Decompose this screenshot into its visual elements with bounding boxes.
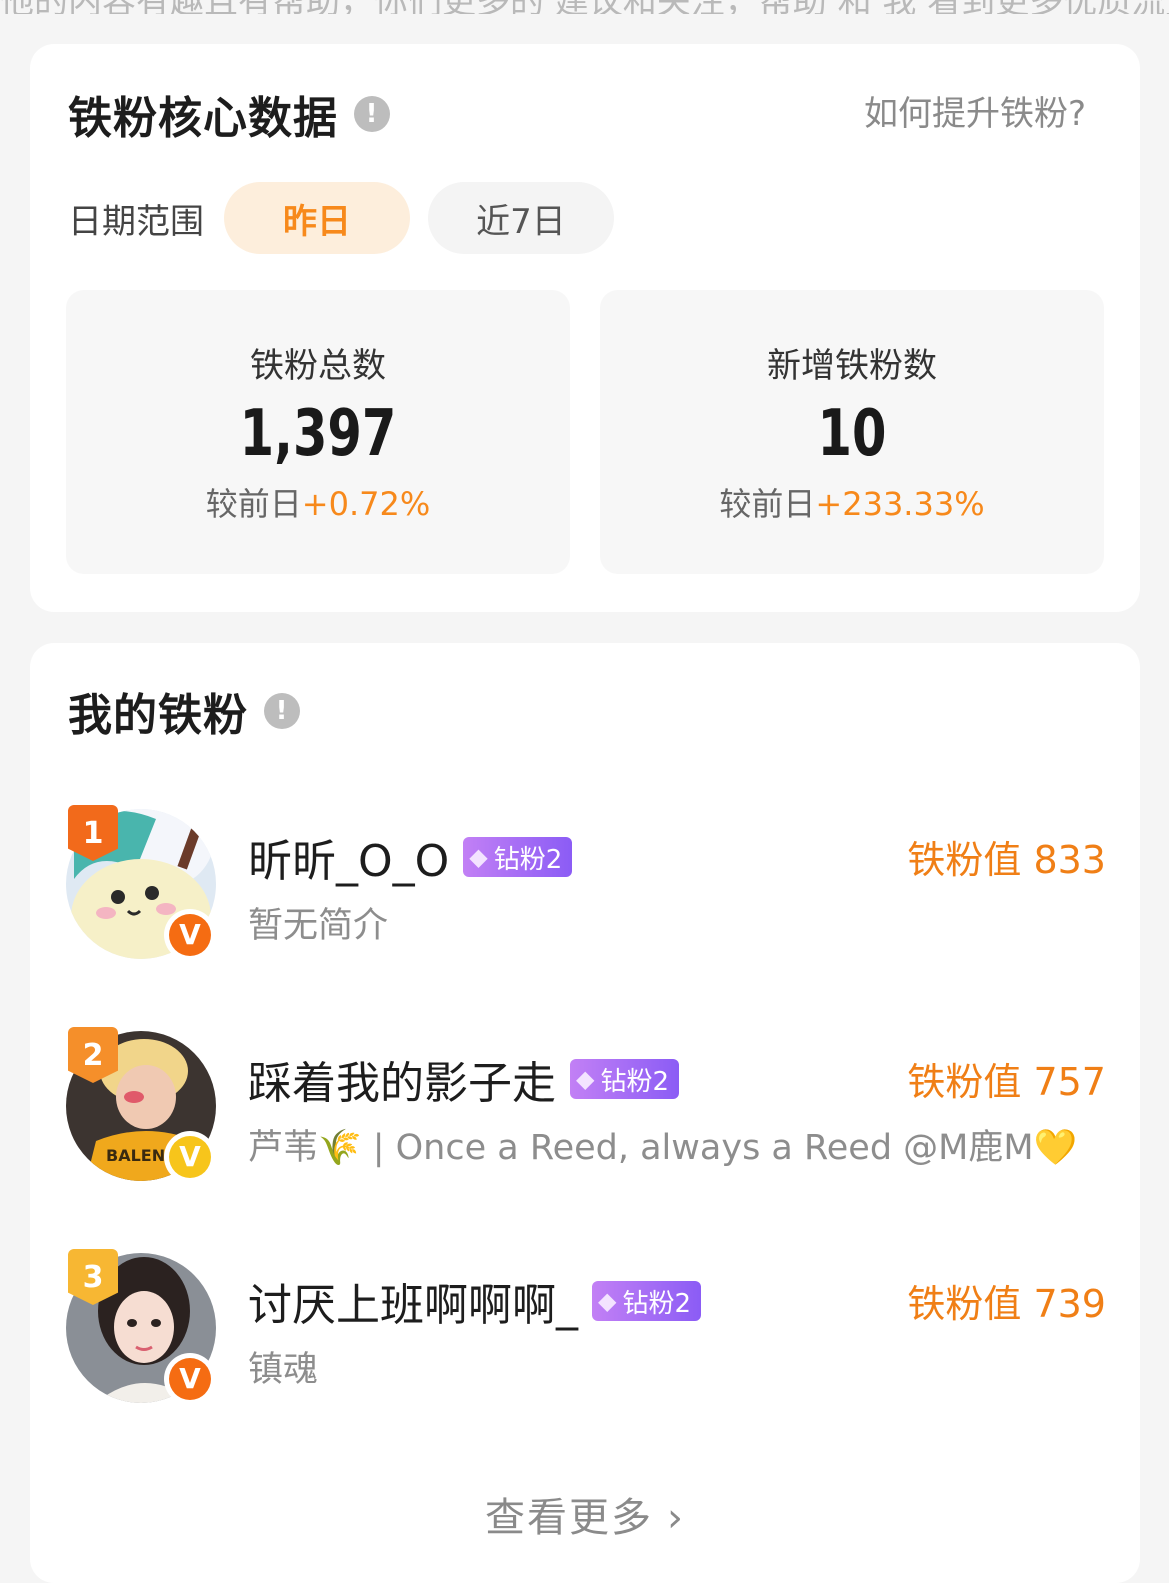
fan-level-tag: ◆ 钻粉2 [463, 837, 573, 877]
svg-text:BALEN: BALEN [106, 1146, 165, 1165]
info-icon[interactable]: ! [354, 96, 390, 132]
view-more-button[interactable]: 查看更多 › [30, 1485, 1140, 1543]
fan-bio: 镇魂 [248, 1350, 319, 1390]
fan-level: 钻粉2 [622, 1288, 692, 1319]
fan-level: 钻粉2 [600, 1066, 670, 1097]
verified-icon: V [164, 1131, 216, 1183]
verified-icon: V [164, 909, 216, 961]
my-fans-title: 我的铁粉 [68, 690, 248, 741]
stat-compare: 较前日+233.33% [600, 479, 1104, 525]
fan-name[interactable]: 踩着我的影子走 [248, 1047, 556, 1111]
range-yesterday-button[interactable]: 昨日 [224, 182, 410, 254]
verified-mark: V [169, 1358, 211, 1400]
date-range-label: 日期范围 [68, 201, 204, 242]
core-data-card: 铁粉核心数据 ! 如何提升铁粉? 日期范围 昨日 近7日 铁粉总数 1,397 … [30, 44, 1140, 612]
fan-name-row: 讨厌上班啊啊啊_ ◆ 钻粉2 [248, 1269, 702, 1333]
fan-bio: 芦苇🌾 | Once a Reed, always a Reed @M鹿M💛 [248, 1128, 1078, 1168]
core-data-title-row: 铁粉核心数据 ! [68, 82, 390, 146]
chevron-right-icon: › [667, 1495, 685, 1541]
view-more-label: 查看更多 [485, 1495, 653, 1541]
fan-level-tag: ◆ 钻粉2 [570, 1059, 680, 1099]
truncated-top-text: 他的内容有趣且有帮助，你们更多的 建议和关注，帮助 和 我 看到更多优质流量 [0, 0, 1169, 14]
core-data-title: 铁粉核心数据 [68, 93, 338, 144]
fan-name[interactable]: 讨厌上班啊啊啊_ [248, 1269, 578, 1333]
fan-name-row: 昕昕_O_O ◆ 钻粉2 [248, 825, 573, 889]
info-icon[interactable]: ! [264, 693, 300, 729]
range-7days-button[interactable]: 近7日 [428, 182, 614, 254]
stat-value: 10 [817, 397, 887, 471]
my-fans-card: 我的铁粉 ! 1 V 昕昕_O_O ◆ 钻粉2 铁粉值 833 暂无简介 BAL… [30, 643, 1140, 1583]
my-fans-title-row: 我的铁粉 ! [68, 679, 300, 743]
fan-level: 钻粉2 [493, 844, 563, 875]
verified-mark: V [169, 914, 211, 956]
stat-value: 1,397 [239, 397, 397, 471]
fan-score: 铁粉值 739 [907, 1282, 1106, 1326]
fan-name-row: 踩着我的影子走 ◆ 钻粉2 [248, 1047, 680, 1111]
fan-row[interactable]: BALEN 2 V 踩着我的影子走 ◆ 钻粉2 铁粉值 757 芦苇🌾 | Onc… [66, 1027, 1106, 1191]
fan-level-tag: ◆ 钻粉2 [592, 1281, 702, 1321]
diamond-icon: ◆ [469, 843, 488, 871]
fan-name[interactable]: 昕昕_O_O [248, 825, 449, 889]
fan-score: 铁粉值 757 [907, 1060, 1106, 1104]
fan-bio: 暂无简介 [248, 906, 389, 946]
total-fans-stat: 铁粉总数 1,397 较前日+0.72% [66, 290, 570, 574]
compare-value: +0.72% [301, 485, 431, 523]
compare-prefix: 较前日 [719, 485, 816, 523]
compare-value: +233.33% [815, 485, 985, 523]
fan-row[interactable]: 3 V 讨厌上班啊啊啊_ ◆ 钻粉2 铁粉值 739 镇魂 [66, 1249, 1106, 1413]
stat-label: 新增铁粉数 [767, 346, 937, 386]
stat-label: 铁粉总数 [250, 346, 386, 386]
verified-mark: V [169, 1136, 211, 1178]
how-to-increase-link[interactable]: 如何提升铁粉? [864, 86, 1086, 135]
fan-score: 铁粉值 833 [907, 838, 1106, 882]
verified-icon: V [164, 1353, 216, 1405]
compare-prefix: 较前日 [205, 485, 302, 523]
diamond-icon: ◆ [598, 1287, 617, 1315]
stat-compare: 较前日+0.72% [66, 479, 570, 525]
fan-row[interactable]: 1 V 昕昕_O_O ◆ 钻粉2 铁粉值 833 暂无简介 [66, 805, 1106, 969]
date-range-selector: 日期范围 昨日 近7日 [68, 182, 632, 254]
diamond-icon: ◆ [576, 1065, 595, 1093]
new-fans-stat: 新增铁粉数 10 较前日+233.33% [600, 290, 1104, 574]
